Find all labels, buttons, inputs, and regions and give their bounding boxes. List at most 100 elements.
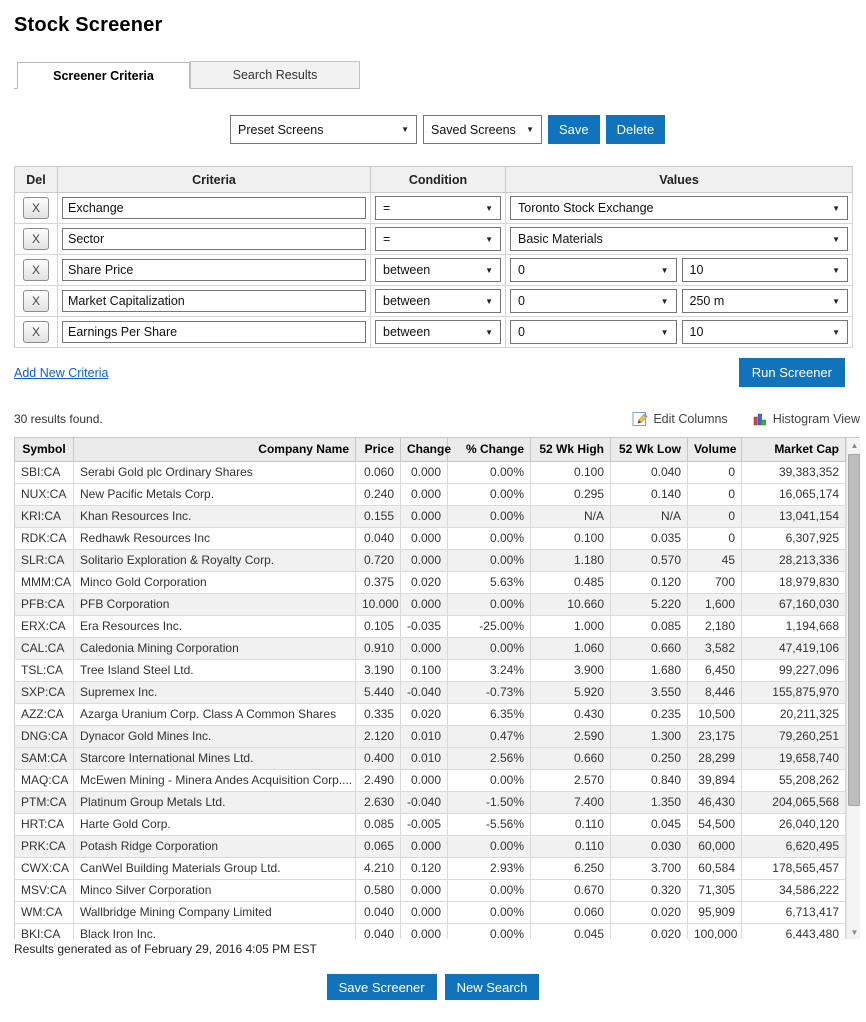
column-header-price[interactable]: Price xyxy=(356,438,401,461)
scroll-down-arrow-icon[interactable]: ▼ xyxy=(847,925,860,939)
criteria-row: X =▼ Toronto Stock Exchange▼ xyxy=(15,193,853,224)
save-screener-button[interactable]: Save Screener xyxy=(327,974,437,1000)
table-row[interactable]: SLR:CASolitario Exploration & Royalty Co… xyxy=(15,549,846,571)
table-row[interactable]: PFB:CAPFB Corporation10.0000.0000.00%10.… xyxy=(15,593,846,615)
value-select[interactable]: 10▼ xyxy=(682,258,849,282)
table-row[interactable]: CAL:CACaledonia Mining Corporation0.9100… xyxy=(15,637,846,659)
52wk-low-cell: 0.660 xyxy=(611,637,688,659)
column-header-symbol[interactable]: Symbol xyxy=(15,438,74,461)
condition-select[interactable]: =▼ xyxy=(375,227,501,251)
screen-controls: Preset Screens ▼ Saved Screens ▼ Save De… xyxy=(230,115,866,144)
value-select[interactable]: 0▼ xyxy=(510,289,677,313)
pct-change-cell: 0.00% xyxy=(448,527,531,549)
company-name-cell: Serabi Gold plc Ordinary Shares xyxy=(74,461,356,483)
edit-columns-button[interactable]: Edit Columns xyxy=(632,411,727,427)
change-cell: 0.120 xyxy=(401,857,448,879)
value-select[interactable]: 0▼ xyxy=(510,320,677,344)
market-cap-cell: 178,565,457 xyxy=(742,857,846,879)
table-row[interactable]: KRI:CAKhan Resources Inc.0.1550.0000.00%… xyxy=(15,505,846,527)
table-row[interactable]: CWX:CACanWel Building Materials Group Lt… xyxy=(15,857,846,879)
condition-select[interactable]: between▼ xyxy=(375,258,501,282)
table-row[interactable]: AZZ:CAAzarga Uranium Corp. Class A Commo… xyxy=(15,703,846,725)
delete-criteria-button[interactable]: X xyxy=(23,290,49,312)
table-row[interactable]: MMM:CAMinco Gold Corporation0.3750.0205.… xyxy=(15,571,846,593)
delete-button[interactable]: Delete xyxy=(606,115,666,144)
criteria-input[interactable] xyxy=(62,228,366,250)
value-select[interactable]: 250 m▼ xyxy=(682,289,849,313)
tab-screener-criteria[interactable]: Screener Criteria xyxy=(17,62,190,89)
criteria-input[interactable] xyxy=(62,259,366,281)
criteria-table: Del Criteria Condition Values X=▼Toronto… xyxy=(14,166,853,348)
volume-cell: 60,584 xyxy=(688,857,742,879)
criteria-row: Xbetween▼ 0▼10▼ xyxy=(15,255,853,286)
condition-value: between xyxy=(383,325,430,339)
column-header-change[interactable]: Change xyxy=(401,438,448,461)
table-row[interactable]: SBI:CASerabi Gold plc Ordinary Shares0.0… xyxy=(15,461,846,483)
change-cell: 0.000 xyxy=(401,527,448,549)
value-select[interactable]: Toronto Stock Exchange▼ xyxy=(510,196,848,220)
market-cap-cell: 13,041,154 xyxy=(742,505,846,527)
price-cell: 0.375 xyxy=(356,571,401,593)
column-header-pct-change[interactable]: % Change xyxy=(448,438,531,461)
column-header-52wk-high[interactable]: 52 Wk High xyxy=(531,438,611,461)
table-row[interactable]: DNG:CADynacor Gold Mines Inc.2.1200.0100… xyxy=(15,725,846,747)
table-row[interactable]: SXP:CASupremex Inc.5.440-0.040-0.73%5.92… xyxy=(15,681,846,703)
table-row[interactable]: MAQ:CAMcEwen Mining - Minera Andes Acqui… xyxy=(15,769,846,791)
criteria-input[interactable] xyxy=(62,290,366,312)
histogram-view-button[interactable]: Histogram View xyxy=(752,411,860,427)
save-button[interactable]: Save xyxy=(548,115,600,144)
condition-select[interactable]: =▼ xyxy=(375,196,501,220)
results-table: Symbol Company Name Price Change % Chang… xyxy=(14,438,846,939)
table-row[interactable]: PTM:CAPlatinum Group Metals Ltd.2.630-0.… xyxy=(15,791,846,813)
column-header-52wk-low[interactable]: 52 Wk Low xyxy=(611,438,688,461)
pct-change-cell: 0.00% xyxy=(448,923,531,939)
table-row[interactable]: HRT:CAHarte Gold Corp.0.085-0.005-5.56%0… xyxy=(15,813,846,835)
price-cell: 5.440 xyxy=(356,681,401,703)
delete-criteria-button[interactable]: X xyxy=(23,321,49,343)
value-select-value: 0 xyxy=(518,294,525,308)
criteria-row: Xbetween▼ 0▼10▼ xyxy=(15,317,853,348)
scrollbar-thumb[interactable] xyxy=(848,454,860,806)
column-header-volume[interactable]: Volume xyxy=(688,438,742,461)
criteria-input[interactable] xyxy=(62,321,366,343)
new-search-button[interactable]: New Search xyxy=(445,974,540,1000)
tab-search-results[interactable]: Search Results xyxy=(190,61,360,88)
table-row[interactable]: TSL:CATree Island Steel Ltd.3.1900.1003.… xyxy=(15,659,846,681)
vertical-scrollbar[interactable]: ▲ ▼ xyxy=(846,438,860,939)
scroll-up-arrow-icon[interactable]: ▲ xyxy=(847,438,860,453)
run-screener-button[interactable]: Run Screener xyxy=(739,358,845,387)
volume-cell: 8,446 xyxy=(688,681,742,703)
preset-screens-select[interactable]: Preset Screens ▼ xyxy=(230,115,417,144)
value-select[interactable]: Basic Materials▼ xyxy=(510,227,848,251)
market-cap-cell: 155,875,970 xyxy=(742,681,846,703)
52wk-high-cell: 5.920 xyxy=(531,681,611,703)
change-cell: -0.040 xyxy=(401,681,448,703)
table-row[interactable]: MSV:CAMinco Silver Corporation0.5800.000… xyxy=(15,879,846,901)
52wk-low-cell: 3.700 xyxy=(611,857,688,879)
delete-criteria-button[interactable]: X xyxy=(23,197,49,219)
condition-select[interactable]: between▼ xyxy=(375,320,501,344)
table-row[interactable]: PRK:CAPotash Ridge Corporation0.0650.000… xyxy=(15,835,846,857)
market-cap-cell: 6,620,495 xyxy=(742,835,846,857)
company-name-cell: PFB Corporation xyxy=(74,593,356,615)
delete-criteria-button[interactable]: X xyxy=(23,259,49,281)
table-row[interactable]: RDK:CARedhawk Resources Inc0.0400.0000.0… xyxy=(15,527,846,549)
chevron-down-icon: ▼ xyxy=(526,125,534,134)
table-row[interactable]: ERX:CAEra Resources Inc.0.105-0.035-25.0… xyxy=(15,615,846,637)
add-new-criteria-link[interactable]: Add New Criteria xyxy=(14,366,108,380)
column-header-company-name[interactable]: Company Name xyxy=(74,438,356,461)
condition-select[interactable]: between▼ xyxy=(375,289,501,313)
delete-criteria-button[interactable]: X xyxy=(23,228,49,250)
table-row[interactable]: BKI:CABlack Iron Inc.0.0400.0000.00%0.04… xyxy=(15,923,846,939)
table-row[interactable]: WM:CAWallbridge Mining Company Limited0.… xyxy=(15,901,846,923)
criteria-input[interactable] xyxy=(62,197,366,219)
52wk-low-cell: 0.120 xyxy=(611,571,688,593)
52wk-high-cell: 6.250 xyxy=(531,857,611,879)
table-row[interactable]: SAM:CAStarcore International Mines Ltd.0… xyxy=(15,747,846,769)
volume-cell: 6,450 xyxy=(688,659,742,681)
value-select[interactable]: 10▼ xyxy=(682,320,849,344)
value-select[interactable]: 0▼ xyxy=(510,258,677,282)
table-row[interactable]: NUX:CANew Pacific Metals Corp.0.2400.000… xyxy=(15,483,846,505)
saved-screens-select[interactable]: Saved Screens ▼ xyxy=(423,115,542,144)
column-header-market-cap[interactable]: Market Cap xyxy=(742,438,846,461)
